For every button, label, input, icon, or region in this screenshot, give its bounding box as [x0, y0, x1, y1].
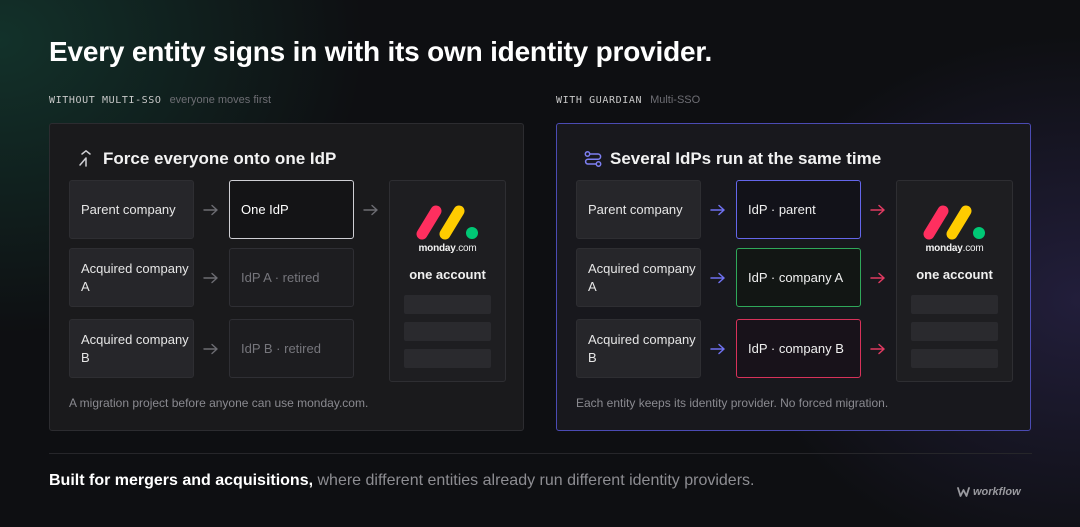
panel-title-text: Several IdPs run at the same time — [610, 149, 882, 168]
panel-without-multi-sso: Force everyone onto one IdP Parent compa… — [49, 123, 524, 431]
panel-title: Several IdPs run at the same time — [583, 149, 881, 169]
workflow-watermark: workflow — [957, 486, 1021, 498]
section-label-with: WITH GUARDIAN Multi-SSO — [556, 94, 700, 106]
tagline-rest: where different entities already run dif… — [313, 472, 755, 489]
tagline-strong: Built for mergers and acquisitions, — [49, 472, 314, 489]
arrow-right-icon — [710, 272, 725, 284]
arrow-right-icon — [363, 204, 378, 216]
idp-box-parent: IdP · parent — [736, 180, 861, 239]
entity-box-company-a: Acquired company A — [69, 248, 194, 307]
placeholder-bar — [911, 322, 998, 341]
monday-logo-icon — [923, 205, 985, 240]
arrow-right-icon — [870, 343, 885, 355]
entity-box-company-b: Acquired company B — [576, 319, 701, 378]
brand-wordmark: monday.com — [897, 243, 1012, 254]
arrow-right-icon — [203, 272, 218, 284]
placeholder-bar — [404, 322, 491, 341]
brand-name: monday — [925, 243, 963, 254]
placeholder-bar — [911, 295, 998, 314]
entity-box-company-a: Acquired company A — [576, 248, 701, 307]
account-card: monday.com one account — [896, 180, 1013, 382]
entity-box-company-b: Acquired company B — [69, 319, 194, 378]
brand-suffix: .com — [455, 243, 477, 254]
entity-box-parent: Parent company — [576, 180, 701, 239]
workflow-logo-icon — [957, 487, 970, 497]
brand-suffix: .com — [962, 243, 984, 254]
panel-title-text: Force everyone onto one IdP — [103, 149, 337, 168]
arrow-right-icon — [203, 204, 218, 216]
monday-logo-icon — [416, 205, 478, 240]
placeholder-bar — [911, 349, 998, 368]
merge-arrow-icon — [76, 149, 96, 169]
panel-title: Force everyone onto one IdP — [76, 149, 336, 169]
placeholder-bar — [404, 295, 491, 314]
idp-box-company-b: IdP · company B — [736, 319, 861, 378]
section-label-code: WITHOUT MULTI-SSO — [49, 95, 162, 106]
placeholder-bar — [404, 349, 491, 368]
arrow-right-icon — [870, 204, 885, 216]
panel-with-guardian: Several IdPs run at the same time Parent… — [556, 123, 1031, 431]
account-card: monday.com one account — [389, 180, 506, 382]
tagline: Built for mergers and acquisitions, wher… — [49, 472, 754, 490]
arrow-right-icon — [710, 343, 725, 355]
entity-box-parent: Parent company — [69, 180, 194, 239]
idp-box-company-a: IdP · company A — [736, 248, 861, 307]
workflow-wordmark: workflow — [973, 486, 1021, 498]
brand-name: monday — [418, 243, 456, 254]
idp-box-retired-b: IdP B · retired — [229, 319, 354, 378]
arrow-right-icon — [203, 343, 218, 355]
account-label: one account — [916, 267, 993, 282]
arrow-right-icon — [710, 204, 725, 216]
panel-footnote: A migration project before anyone can us… — [69, 396, 369, 410]
routes-icon — [583, 149, 603, 169]
divider — [49, 453, 1032, 454]
section-label-sub: Multi-SSO — [650, 94, 701, 106]
brand-wordmark: monday.com — [390, 243, 505, 254]
page-headline: Every entity signs in with its own ident… — [49, 36, 713, 67]
idp-box-retired-a: IdP A · retired — [229, 248, 354, 307]
idp-box-one: One IdP — [229, 180, 354, 239]
section-label-without: WITHOUT MULTI-SSO everyone moves first — [49, 94, 271, 106]
account-label: one account — [409, 267, 486, 282]
panel-footnote: Each entity keeps its identity provider.… — [576, 396, 889, 410]
section-label-code: WITH GUARDIAN — [556, 95, 643, 106]
section-label-sub: everyone moves first — [169, 94, 272, 106]
arrow-right-icon — [870, 272, 885, 284]
